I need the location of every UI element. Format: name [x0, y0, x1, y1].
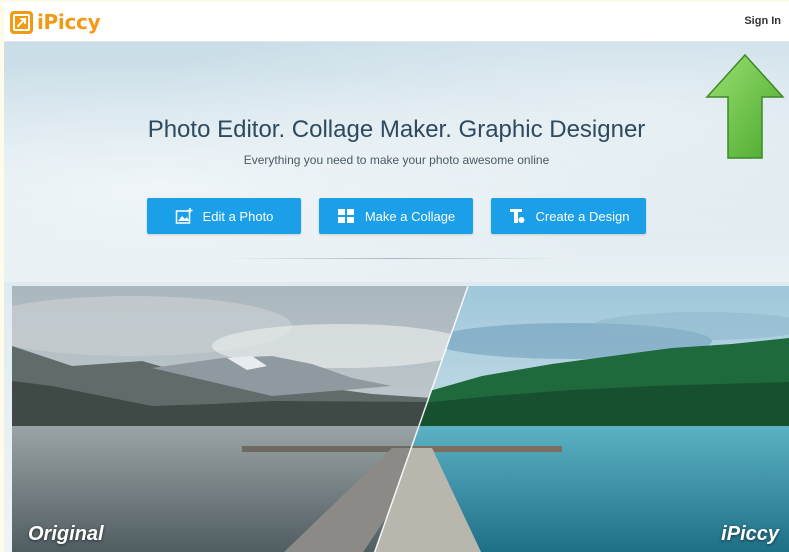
edit-photo-button[interactable]: Edit a Photo	[147, 198, 301, 234]
ipiccy-logo[interactable]: iPiccy	[10, 9, 101, 35]
create-design-label: Create a Design	[535, 208, 630, 224]
design-text-icon	[508, 207, 526, 225]
make-collage-button[interactable]: Make a Collage	[319, 198, 473, 234]
hero-subline: Everything you need to make your photo a…	[243, 153, 550, 167]
edit-photo-label: Edit a Photo	[202, 208, 274, 224]
ipiccy-label: iPiccy	[721, 523, 779, 545]
create-design-button[interactable]: Create a Design	[491, 198, 646, 234]
page: iPiccy Sign In Photo Editor. Collage Mak…	[4, 2, 789, 552]
original-label: Original	[28, 523, 104, 545]
make-collage-label: Make a Collage	[364, 208, 456, 224]
hero-section: Photo Editor. Collage Maker. Graphic Des…	[4, 42, 789, 282]
logo-mark-icon	[10, 10, 33, 34]
logo-text: iPiccy	[37, 10, 101, 34]
before-after-comparison: Original iPiccy	[12, 286, 789, 552]
comparison-image	[12, 286, 789, 552]
sign-in-link[interactable]: Sign In	[744, 15, 781, 27]
section-divider	[224, 258, 564, 259]
photo-edit-icon	[175, 207, 193, 225]
collage-grid-icon	[337, 207, 355, 225]
up-arrow-annotation-icon	[705, 53, 785, 159]
top-navbar: iPiccy Sign In	[4, 2, 789, 42]
hero-headline: Photo Editor. Collage Maker. Graphic Des…	[147, 116, 646, 143]
action-buttons: Edit a Photo Make a Collage Create a Des…	[4, 198, 789, 234]
